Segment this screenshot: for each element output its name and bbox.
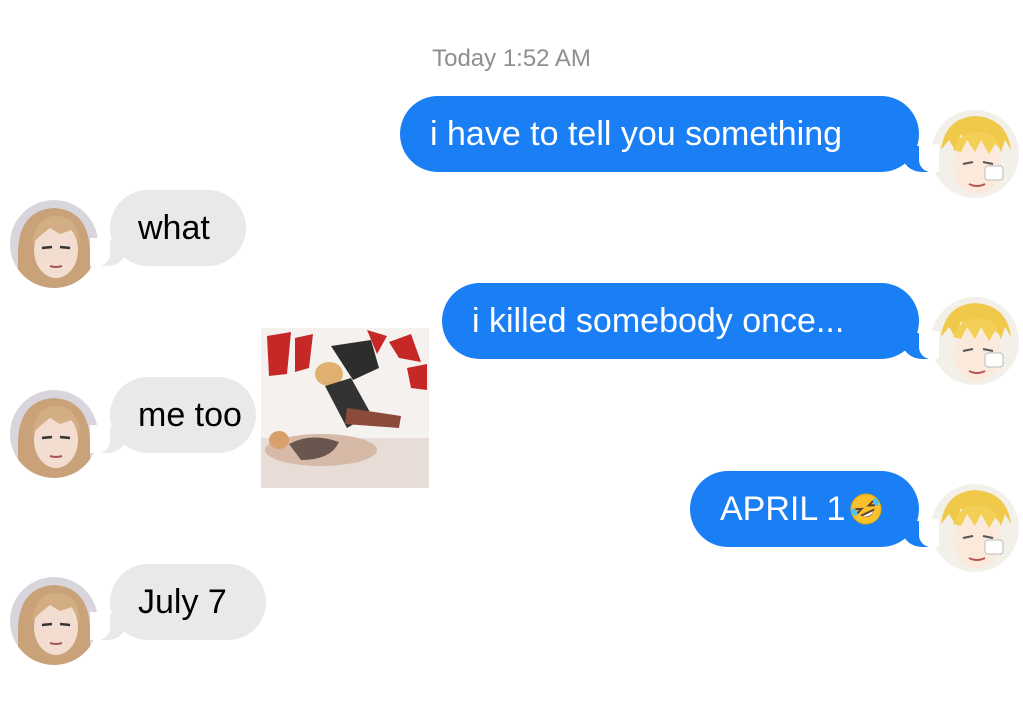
message-text: i have to tell you something xyxy=(430,115,843,153)
outgoing-message[interactable]: APRIL 1 xyxy=(690,471,939,547)
contact-avatar[interactable] xyxy=(10,200,98,288)
incoming-message[interactable]: me too xyxy=(90,377,256,453)
incoming-message[interactable]: what xyxy=(90,190,246,266)
message-text: what xyxy=(138,209,210,247)
message-text: i killed somebody once... xyxy=(472,302,845,340)
incoming-message[interactable]: July 7 xyxy=(90,564,266,640)
message-text: APRIL 1 xyxy=(720,490,846,528)
outgoing-message[interactable]: i have to tell you something xyxy=(400,96,939,172)
sender-avatar[interactable] xyxy=(931,484,1019,572)
message-text: me too xyxy=(138,396,242,434)
contact-avatar[interactable] xyxy=(10,390,98,478)
contact-avatar[interactable] xyxy=(10,577,98,665)
sender-avatar[interactable] xyxy=(931,297,1019,385)
timestamp: Today 1:52 AM xyxy=(432,45,591,72)
sender-avatar[interactable] xyxy=(931,110,1019,198)
rolling-on-floor-laughing-emoji xyxy=(849,477,883,525)
message-text: July 7 xyxy=(138,583,227,621)
manga-sticker-image[interactable] xyxy=(261,328,429,488)
outgoing-message[interactable]: i killed somebody once... xyxy=(442,283,939,359)
